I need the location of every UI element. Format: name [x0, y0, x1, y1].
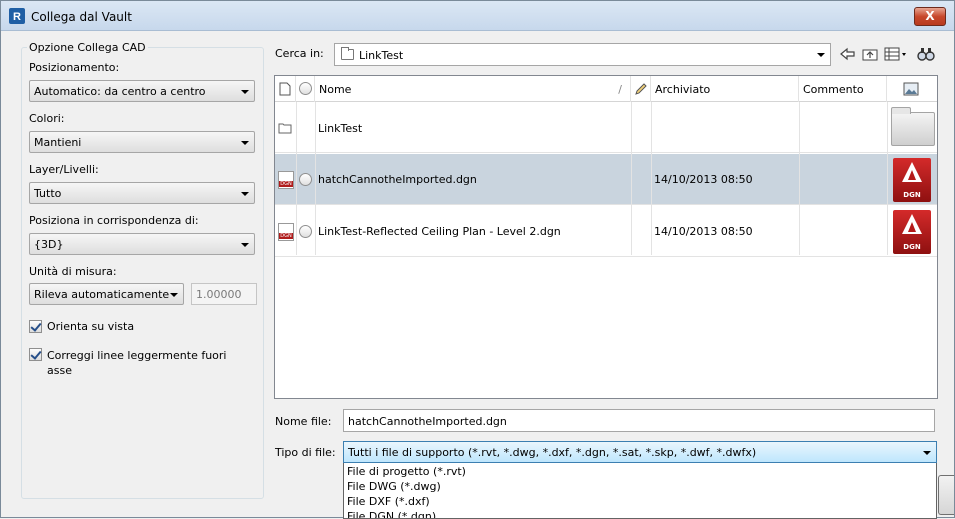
file-type-dropdown-list[interactable]: File di progetto (*.rvt) File DWG (*.dwg…	[343, 463, 937, 519]
column-divider	[631, 102, 632, 255]
title-bar[interactable]: R Collega dal Vault X	[1, 1, 954, 31]
look-in-select[interactable]: LinkTest	[334, 43, 831, 66]
thumbnail-label: DGN	[903, 191, 921, 199]
file-name: hatchCannotheImported.dgn	[318, 173, 477, 186]
file-name-input[interactable]: hatchCannotheImported.dgn	[343, 409, 935, 432]
colors-select[interactable]: Mantieni	[29, 131, 255, 153]
orient-to-view-checkbox[interactable]	[29, 320, 42, 333]
type-column-header[interactable]	[275, 76, 296, 102]
up-folder-icon[interactable]	[861, 45, 879, 63]
chevron-down-icon	[170, 293, 178, 297]
correct-lines-label: Correggi linee leggermente fuori asse	[47, 349, 227, 377]
positioning-label: Posizionamento:	[29, 61, 120, 74]
autocad-logo-icon	[902, 162, 922, 182]
status-icon	[299, 82, 312, 95]
layers-select[interactable]: Tutto	[29, 182, 255, 204]
dgn-thumbnail: DGN	[893, 210, 931, 254]
positioning-value: Automatico: da centro a centro	[34, 85, 206, 98]
folder-icon	[341, 47, 354, 60]
status-radio[interactable]	[299, 225, 312, 238]
file-name: LinkTest-Reflected Ceiling Plan - Level …	[318, 225, 561, 238]
file-name: LinkTest	[318, 122, 363, 135]
dialog-button-partial[interactable]	[938, 475, 954, 515]
revit-app-icon: R	[9, 8, 25, 24]
name-column-header[interactable]: Nome /	[315, 76, 631, 102]
file-row-linktest[interactable]: LinkTest	[275, 102, 937, 153]
checked-in-date: 14/10/2013 08:50	[654, 225, 753, 238]
chevron-down-icon	[241, 90, 249, 94]
back-icon[interactable]	[839, 45, 857, 63]
find-icon[interactable]	[917, 45, 935, 63]
colors-label: Colori:	[29, 112, 65, 125]
status-column-header[interactable]	[296, 76, 315, 102]
units-label: Unità di misura:	[29, 265, 117, 278]
comment-column-header[interactable]: Commento	[799, 76, 887, 102]
file-list[interactable]: Nome / Archiviato Commento LinkTest DGN …	[274, 75, 938, 399]
layers-label: Layer/Livelli:	[29, 163, 99, 176]
status-radio[interactable]	[299, 173, 312, 186]
column-divider	[315, 102, 316, 255]
file-type-option[interactable]: File di progetto (*.rvt)	[347, 465, 466, 478]
column-divider	[651, 102, 652, 255]
file-type-label: Tipo di file:	[275, 446, 336, 459]
file-type-select[interactable]: Tutti i file di supporto (*.rvt, *.dwg, …	[343, 441, 937, 463]
column-divider	[296, 102, 297, 255]
column-divider	[799, 102, 800, 255]
dgn-thumbnail: DGN	[893, 158, 931, 202]
column-divider	[887, 102, 888, 255]
close-button[interactable]: X	[914, 7, 946, 26]
collega-dal-vault-dialog: R Collega dal Vault X Opzione Collega CA…	[0, 0, 955, 519]
layers-value: Tutto	[34, 187, 62, 200]
orient-to-view-label: Orienta su vista	[47, 320, 135, 333]
file-icon	[279, 82, 291, 96]
folder-thumbnail	[891, 107, 935, 146]
window-title: Collega dal Vault	[31, 10, 132, 24]
positioning-select[interactable]: Automatico: da centro a centro	[29, 80, 255, 102]
folder-icon	[278, 123, 292, 134]
chevron-down-icon	[923, 451, 931, 455]
file-type-option[interactable]: File DWG (*.dwg)	[347, 480, 441, 493]
colors-value: Mantieni	[34, 136, 82, 149]
checked-in-date: 14/10/2013 08:50	[654, 173, 753, 186]
pencil-icon	[635, 83, 647, 95]
image-icon	[903, 82, 919, 96]
name-column-label: Nome	[319, 83, 352, 96]
chevron-down-icon	[241, 141, 249, 145]
scale-factor-field: 1.00000	[191, 283, 257, 305]
checked-in-column-header[interactable]: Archiviato	[651, 76, 799, 102]
views-icon[interactable]	[883, 45, 907, 63]
chevron-down-icon	[241, 192, 249, 196]
checkout-column-header[interactable]	[631, 76, 651, 102]
place-at-value: {3D}	[34, 238, 64, 251]
file-row-reflected-ceiling-plan[interactable]: LinkTest-Reflected Ceiling Plan - Level …	[275, 206, 937, 257]
comment-column-label: Commento	[803, 83, 864, 96]
file-row-hatchcannotheimported[interactable]: hatchCannotheImported.dgn 14/10/2013 08:…	[275, 154, 937, 205]
svg-text:R: R	[13, 11, 21, 23]
thumbnail-column-header[interactable]	[887, 76, 937, 102]
file-name-label: Nome file:	[275, 415, 332, 428]
place-at-select[interactable]: {3D}	[29, 233, 255, 255]
dgn-file-icon	[278, 223, 294, 241]
correct-lines-checkbox[interactable]	[29, 348, 42, 361]
chevron-down-icon	[241, 243, 249, 247]
autocad-logo-icon	[902, 214, 922, 234]
chevron-down-icon	[817, 53, 825, 57]
file-list-header: Nome / Archiviato Commento	[275, 76, 937, 102]
sort-icon: /	[618, 83, 622, 96]
thumbnail-label: DGN	[903, 243, 921, 251]
units-value: Rileva automaticamente	[34, 288, 170, 301]
file-type-option[interactable]: File DXF (*.dxf)	[347, 495, 430, 508]
place-at-label: Posiziona in corrispondenza di:	[29, 214, 199, 227]
checked-in-column-label: Archiviato	[655, 83, 711, 96]
look-in-label: Cerca in:	[275, 47, 324, 60]
dgn-file-icon	[278, 171, 294, 189]
file-type-value: Tutti i file di supporto (*.rvt, *.dwg, …	[348, 446, 757, 459]
look-in-value: LinkTest	[359, 49, 404, 62]
units-select[interactable]: Rileva automaticamente	[29, 283, 184, 305]
group-title: Opzione Collega CAD	[27, 41, 148, 54]
